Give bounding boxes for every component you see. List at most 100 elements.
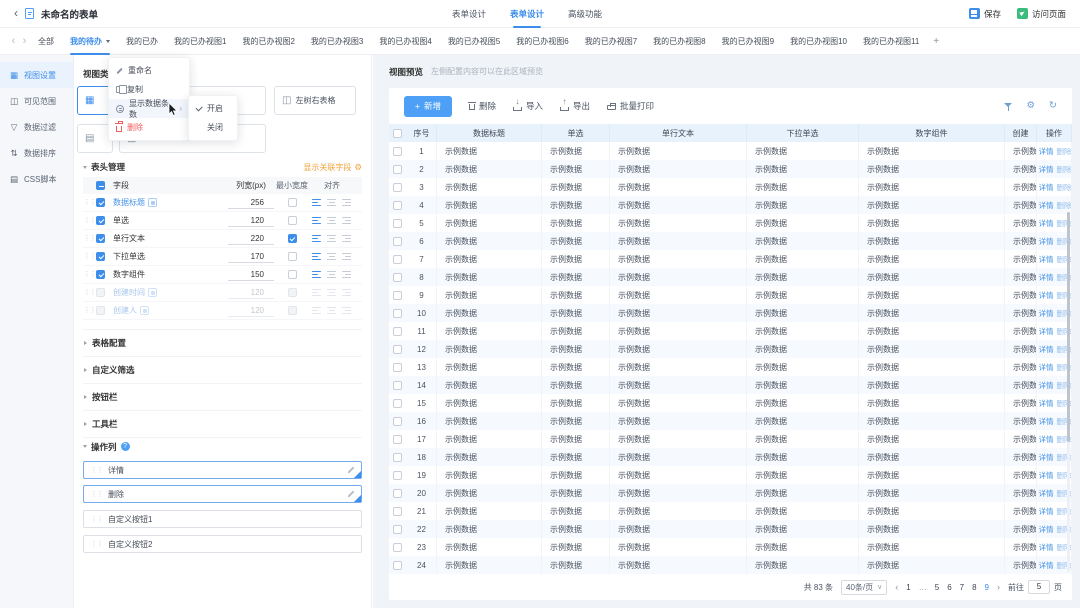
row-detail-link[interactable]: 详情 xyxy=(1039,200,1054,211)
row-checkbox[interactable] xyxy=(393,399,402,408)
drag-handle-icon[interactable]: ⋮⋮ xyxy=(83,289,96,296)
view-tab[interactable]: 我的已办视图7 xyxy=(585,28,637,55)
goto-page-input[interactable]: 5 xyxy=(1028,580,1050,594)
view-tab[interactable]: 我的已办视图5 xyxy=(448,28,500,55)
view-tab[interactable]: 我的已办 xyxy=(126,28,158,55)
action-item-删除[interactable]: ⋮⋮删除 xyxy=(83,485,362,503)
field-visible-checkbox[interactable] xyxy=(96,288,105,297)
topbar-tab[interactable]: 高级功能 xyxy=(568,0,602,28)
align-left-icon[interactable] xyxy=(312,235,321,243)
next-page-icon[interactable]: › xyxy=(997,582,1000,592)
align-center-icon[interactable] xyxy=(327,307,336,315)
view-tab[interactable]: 我的已办视图1 xyxy=(174,28,226,55)
sidebar-item-CSS脚本[interactable]: ▤CSS脚本 xyxy=(0,166,73,192)
align-right-icon[interactable] xyxy=(342,235,351,243)
row-checkbox[interactable] xyxy=(393,471,402,480)
row-detail-link[interactable]: 详情 xyxy=(1039,560,1054,571)
row-checkbox[interactable] xyxy=(393,327,402,336)
row-detail-link[interactable]: 详情 xyxy=(1039,290,1054,301)
align-center-icon[interactable] xyxy=(327,217,336,225)
help-icon[interactable]: ? xyxy=(121,442,130,451)
align-left-icon[interactable] xyxy=(312,271,321,279)
row-delete-link[interactable]: 删除 xyxy=(1057,164,1072,175)
row-detail-link[interactable]: 详情 xyxy=(1039,326,1054,337)
row-checkbox[interactable] xyxy=(393,273,402,282)
page-number[interactable]: 5 xyxy=(935,583,939,592)
section-自定义筛选[interactable]: 自定义筛选 xyxy=(83,356,362,383)
row-detail-link[interactable]: 详情 xyxy=(1039,488,1054,499)
header-management-section[interactable]: 表头管理 显示关联字段 ⚙ xyxy=(83,161,362,173)
view-tab[interactable]: 我的已办视图2 xyxy=(242,28,294,55)
row-detail-link[interactable]: 详情 xyxy=(1039,254,1054,265)
align-right-icon[interactable] xyxy=(342,289,351,297)
view-tab[interactable]: 我的已办视图11 xyxy=(863,28,919,55)
row-detail-link[interactable]: 详情 xyxy=(1039,398,1054,409)
row-checkbox[interactable] xyxy=(393,201,402,210)
row-detail-link[interactable]: 详情 xyxy=(1039,416,1054,427)
show-related-fields-link[interactable]: 显示关联字段 ⚙ xyxy=(303,162,362,173)
field-visible-checkbox[interactable] xyxy=(96,306,105,315)
view-tab[interactable]: 我的已办视图4 xyxy=(379,28,431,55)
row-detail-link[interactable]: 详情 xyxy=(1039,470,1054,481)
column-width-input[interactable]: 150 xyxy=(228,269,274,281)
section-工具栏[interactable]: 工具栏 xyxy=(83,410,362,437)
row-detail-link[interactable]: 详情 xyxy=(1039,434,1054,445)
export-button[interactable]: 导出 xyxy=(560,100,590,112)
field-visible-checkbox[interactable] xyxy=(96,270,105,279)
align-left-icon[interactable] xyxy=(312,253,321,261)
row-checkbox[interactable] xyxy=(393,219,402,228)
batch-print-button[interactable]: 批量打印 xyxy=(607,100,654,112)
row-checkbox[interactable] xyxy=(393,165,402,174)
row-checkbox[interactable] xyxy=(393,543,402,552)
align-center-icon[interactable] xyxy=(327,253,336,261)
row-delete-link[interactable]: 删除 xyxy=(1057,200,1072,211)
row-checkbox[interactable] xyxy=(393,363,402,372)
min-width-checkbox[interactable] xyxy=(288,252,297,261)
align-center-icon[interactable] xyxy=(327,235,336,243)
add-view-button[interactable]: + xyxy=(933,36,939,47)
min-width-checkbox[interactable] xyxy=(288,216,297,225)
section-action-column[interactable]: 操作列 ? xyxy=(83,437,362,455)
drag-handle-icon[interactable]: ⋮⋮ xyxy=(90,467,103,474)
view-type-card[interactable]: ◫左树右表格 xyxy=(274,86,356,115)
settings-gear-icon[interactable]: ⚙ xyxy=(1027,101,1036,111)
min-width-checkbox[interactable] xyxy=(288,288,297,297)
action-item-自定义按钮2[interactable]: ⋮⋮自定义按钮2 xyxy=(83,535,362,553)
page-number[interactable]: 6 xyxy=(947,583,951,592)
row-checkbox[interactable] xyxy=(393,435,402,444)
row-checkbox[interactable] xyxy=(393,453,402,462)
page-number[interactable]: 7 xyxy=(960,583,964,592)
min-width-checkbox[interactable] xyxy=(288,306,297,315)
column-width-input[interactable]: 120 xyxy=(228,215,274,227)
align-center-icon[interactable] xyxy=(327,199,336,207)
align-center-icon[interactable] xyxy=(327,289,336,297)
row-delete-link[interactable]: 删除 xyxy=(1057,146,1072,157)
drag-handle-icon[interactable]: ⋮⋮ xyxy=(83,199,96,206)
add-record-button[interactable]: + 新增 xyxy=(404,96,452,117)
prev-page-icon[interactable]: ‹ xyxy=(895,582,898,592)
drag-handle-icon[interactable]: ⋮⋮ xyxy=(83,253,96,260)
align-right-icon[interactable] xyxy=(342,271,351,279)
view-tab[interactable]: 我的已办视图3 xyxy=(311,28,363,55)
page-number[interactable]: 9 xyxy=(985,583,989,592)
view-tab[interactable]: 我的已办视图6 xyxy=(516,28,568,55)
row-detail-link[interactable]: 详情 xyxy=(1039,236,1054,247)
row-detail-link[interactable]: 详情 xyxy=(1039,272,1054,283)
row-detail-link[interactable]: 详情 xyxy=(1039,380,1054,391)
filter-icon[interactable] xyxy=(1004,102,1013,111)
align-left-icon[interactable] xyxy=(312,289,321,297)
view-tab[interactable]: 我的已办视图10 xyxy=(790,28,847,55)
field-visible-checkbox[interactable] xyxy=(96,234,105,243)
row-detail-link[interactable]: 详情 xyxy=(1039,362,1054,373)
row-detail-link[interactable]: 详情 xyxy=(1039,308,1054,319)
field-visible-checkbox[interactable] xyxy=(96,198,105,207)
page-ellipsis[interactable]: … xyxy=(919,583,927,592)
row-detail-link[interactable]: 详情 xyxy=(1039,218,1054,229)
page-number[interactable]: 1 xyxy=(906,583,910,592)
min-width-checkbox[interactable] xyxy=(288,270,297,279)
view-tab[interactable]: 全部 xyxy=(38,28,54,55)
align-right-icon[interactable] xyxy=(342,199,351,207)
section-表格配置[interactable]: 表格配置 xyxy=(83,329,362,356)
align-left-icon[interactable] xyxy=(312,217,321,225)
row-checkbox[interactable] xyxy=(393,147,402,156)
